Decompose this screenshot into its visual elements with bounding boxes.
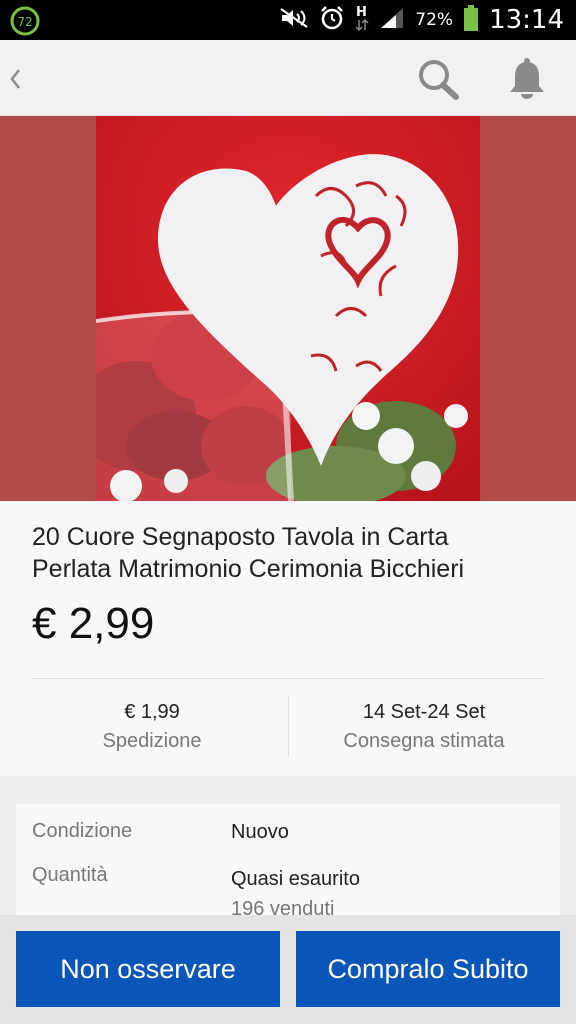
shipping-info: € 1,99 Spedizione (24, 699, 280, 757)
status-bar: 72 H 72% 13:14 (0, 0, 576, 40)
app-bar (0, 40, 576, 116)
bell-icon[interactable] (503, 56, 551, 104)
product-image-gallery[interactable] (0, 116, 576, 501)
condition-label: Condizione (32, 820, 133, 842)
bottom-action-bar: Non osservare Compralo Subito (0, 915, 576, 1024)
product-summary-card: 20 Cuore Segnaposto Tavola in Carta Perl… (0, 501, 576, 776)
product-photo[interactable] (96, 116, 480, 501)
data-transfer-icon: H (355, 4, 369, 37)
unwatch-button[interactable]: Non osservare (16, 931, 280, 1007)
quantity-label: Quantità (32, 864, 108, 886)
back-chevron-icon[interactable] (6, 62, 26, 96)
battery-percent: 72% (415, 10, 454, 30)
divider (32, 678, 544, 679)
clock: 13:14 (489, 5, 564, 35)
condition-value: Nuovo (231, 821, 289, 843)
shipping-cost: € 1,99 (124, 701, 180, 723)
delivery-info: 14 Set-24 Set Consegna stimata (296, 699, 552, 757)
divider (288, 696, 289, 756)
signal-icon (379, 6, 405, 35)
search-icon[interactable] (414, 56, 462, 104)
alarm-icon (319, 5, 345, 36)
notification-badge-icon: 72 (10, 6, 40, 36)
product-price: € 2,99 (32, 599, 155, 648)
svg-text:72: 72 (17, 15, 32, 29)
svg-text:H: H (356, 5, 367, 20)
shipping-label: Spedizione (102, 730, 202, 752)
product-title: 20 Cuore Segnaposto Tavola in Carta Perl… (32, 523, 465, 583)
battery-icon (463, 4, 479, 37)
delivery-dates: 14 Set-24 Set (362, 701, 486, 723)
buy-now-button[interactable]: Compralo Subito (296, 931, 560, 1007)
delivery-label: Consegna stimata (343, 730, 505, 752)
muted-icon (279, 7, 309, 34)
